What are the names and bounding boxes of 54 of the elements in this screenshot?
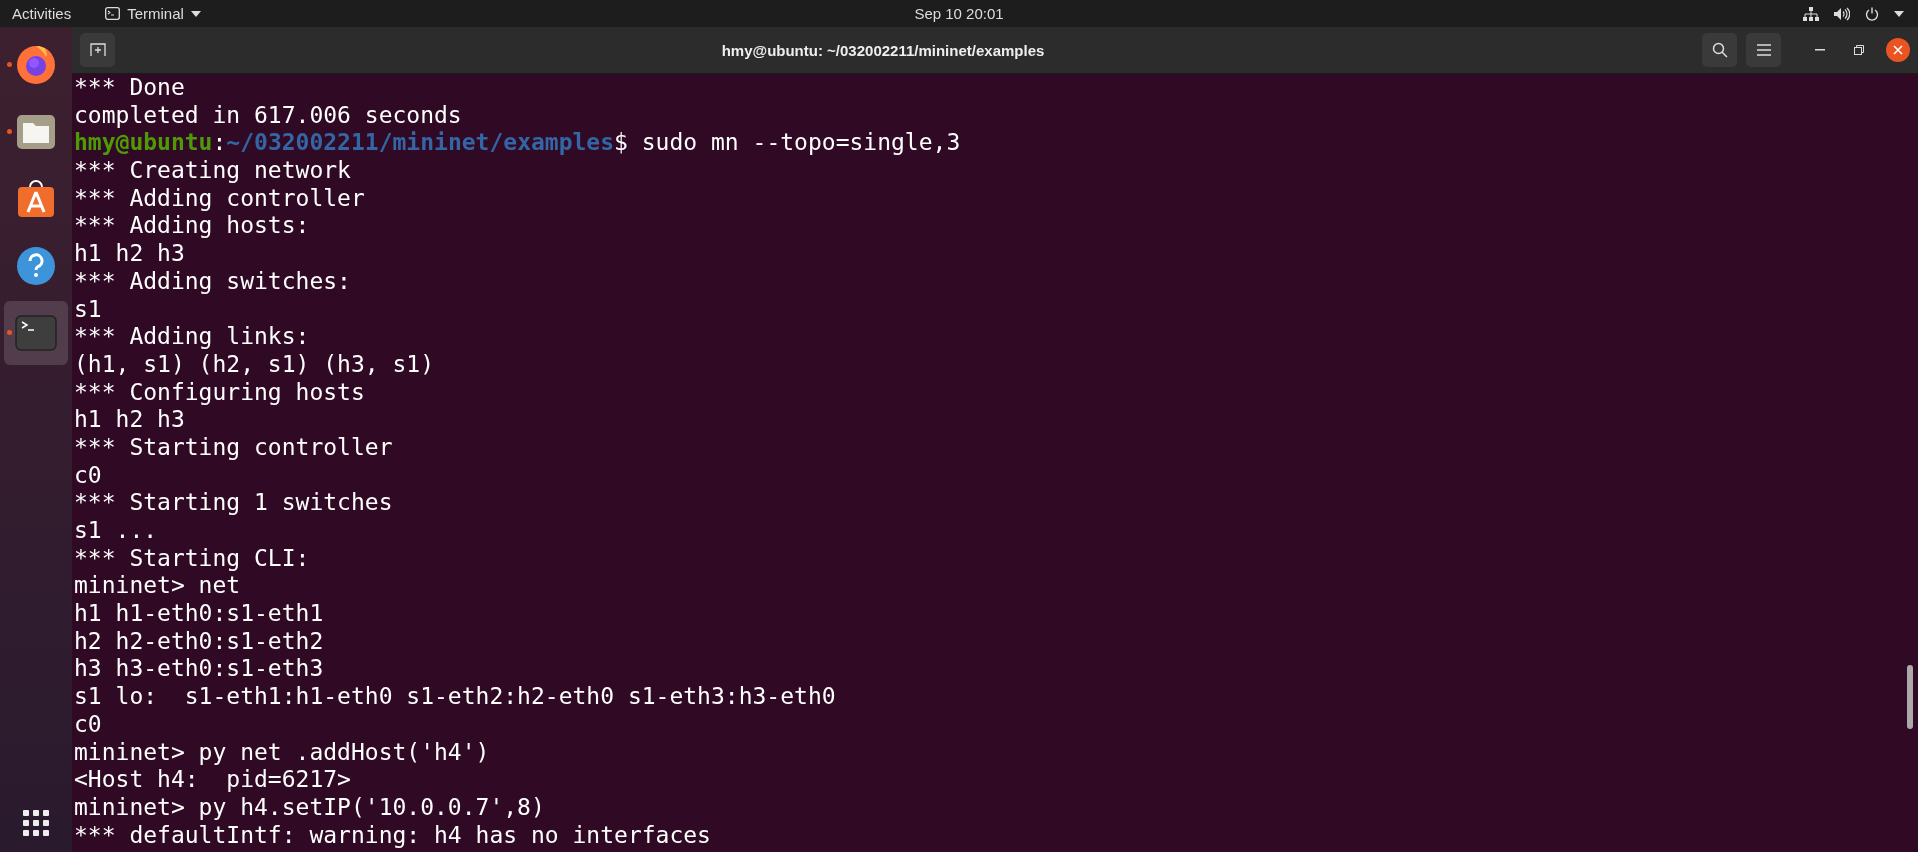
- volume-icon: [1834, 6, 1850, 21]
- terminal-line: c0: [74, 461, 103, 490]
- terminal-line: h2 h2-eth0:s1-eth2: [74, 627, 325, 656]
- close-button[interactable]: [1886, 38, 1910, 62]
- terminal-line: mininet> py net .addHost('h4'): [74, 738, 491, 767]
- power-icon: [1865, 6, 1879, 21]
- prompt-separator: :: [212, 129, 227, 156]
- close-icon: [1893, 45, 1903, 55]
- terminal-line: *** Adding hosts:: [74, 212, 311, 241]
- terminal-icon: [105, 7, 121, 20]
- new-tab-icon: [89, 43, 106, 57]
- terminal-line: *** Adding switches:: [74, 267, 352, 296]
- terminal-line: h1 h2 h3: [74, 406, 186, 434]
- terminal-line: *** defaultIntf: warning: h4 has no interfaces: [74, 821, 712, 850]
- minimize-icon: [1815, 49, 1825, 51]
- prompt-path: ~/032002211/mininet/examples: [226, 129, 615, 156]
- terminal-line: *** Starting 1 switches: [74, 489, 394, 517]
- caret-icon: [1894, 10, 1904, 17]
- terminal-line: *** Done: [74, 74, 186, 102]
- terminal-line: <Host h4: pid=6217>: [74, 766, 352, 794]
- scrollbar-thumb[interactable]: [1907, 665, 1913, 729]
- terminal-line: *** Creating network: [74, 157, 352, 185]
- terminal-line: s1: [74, 295, 103, 324]
- terminal-line: *** Starting CLI:: [74, 544, 311, 573]
- terminal-line: *** Starting controller: [74, 433, 394, 462]
- network-icon: [1803, 6, 1819, 21]
- terminal-line: *** Configuring hosts: [74, 378, 366, 407]
- clock[interactable]: Sep 10 20:01: [914, 5, 1004, 22]
- search-button[interactable]: [1702, 33, 1737, 67]
- menu-button[interactable]: [1746, 33, 1781, 67]
- restore-icon: [1854, 45, 1864, 55]
- terminal-line: (h1, s1) (h2, s1) (h3, s1): [74, 350, 436, 379]
- app-grid-icon: [23, 810, 49, 836]
- new-tab-button[interactable]: [80, 33, 115, 67]
- terminal-line: h3 h3-eth0:s1-eth3: [74, 655, 325, 684]
- window-title: hmy@ubuntu: ~/032002211/mininet/examples: [720, 41, 1046, 59]
- terminal-line: *** Adding controller: [74, 184, 366, 213]
- terminal-line: mininet> py h4.setIP('10.0.0.7',8): [74, 793, 546, 822]
- terminal-line: *** Adding links:: [74, 323, 311, 351]
- terminal-line: mininet> net: [74, 572, 242, 601]
- prompt-user: hmy@ubuntu: [74, 129, 213, 156]
- terminal-line: h1 h2 h3: [74, 240, 186, 268]
- menu-icon: [1756, 44, 1771, 56]
- terminal-line: h1 h1-eth0:s1-eth1: [74, 600, 325, 628]
- terminal-line: s1 ...: [74, 517, 159, 545]
- help-icon: [14, 244, 58, 288]
- command-text: $ sudo mn --topo=single,3: [614, 129, 961, 156]
- app-menu[interactable]: Terminal: [105, 5, 201, 22]
- search-icon: [1711, 42, 1728, 58]
- terminal-line: s1 lo: s1-eth1:h1-eth0 s1-eth2:h2-eth0 s1-eth3:h3-eth0: [74, 683, 837, 711]
- caret-icon: [190, 10, 201, 17]
- terminal-line: c0: [74, 710, 103, 739]
- terminal-line: completed in 617.006 seconds: [74, 101, 463, 130]
- activities-button[interactable]: Activities: [0, 5, 84, 22]
